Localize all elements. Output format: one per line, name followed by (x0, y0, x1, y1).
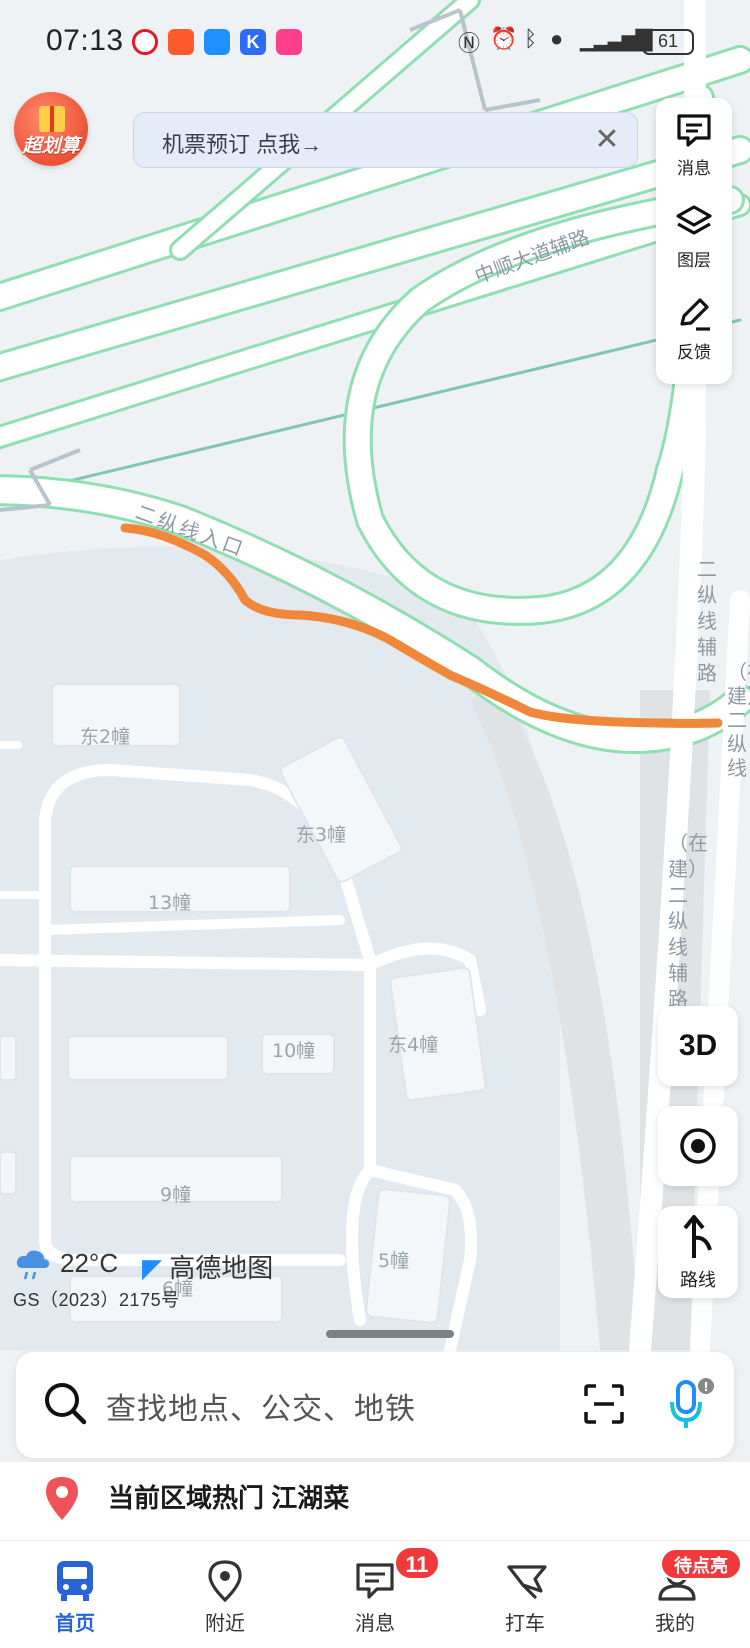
taxi-flag-icon (507, 1565, 547, 1599)
bus-icon (57, 1561, 93, 1601)
tool-message-label: 消息 (677, 159, 711, 178)
route-button-label: 路线 (680, 1270, 716, 1290)
promo-badge-label: 超划算 (22, 136, 80, 157)
tool-feedback-button[interactable]: 反馈 (656, 282, 732, 370)
layers-icon (676, 205, 712, 235)
battery-indicator: 61 (642, 29, 694, 55)
signal-icon: ▁▂▃▅▇ (580, 26, 653, 51)
road-label-aux: 二纵线辅路 (697, 557, 717, 685)
pencil-icon (680, 298, 710, 331)
promo-banner[interactable]: 机票预订 点我→ ✕ (133, 112, 638, 168)
k-app-icon: K (240, 29, 266, 55)
tab-taxi-label: 打车 (505, 1613, 545, 1635)
weather-widget[interactable]: 22°C ◤ 高德地图 (14, 1246, 273, 1289)
chat-bubble-icon (204, 29, 230, 55)
promo-badge[interactable]: 超划算 (14, 92, 88, 166)
close-icon[interactable]: ✕ (591, 124, 623, 156)
status-bar: 07:13 K Ⓝ ⏰ ᛒ ● ▁▂▃▅▇ 61 (0, 0, 750, 86)
weibo-icon (132, 29, 158, 55)
hot-topic-text: 当前区域热门 江湖菜 (108, 1483, 350, 1513)
brand-name: 高德地图 (169, 1253, 274, 1283)
svg-text:!: ! (703, 1380, 708, 1394)
search-icon (45, 1383, 87, 1425)
tool-message-button[interactable]: 消息 (656, 98, 732, 186)
amap-logo-icon: ◤ (142, 1253, 162, 1283)
road-label-construction-right: （在建）二纵线 (727, 660, 750, 780)
locate-icon (680, 1128, 716, 1164)
building-label: 13幢 (148, 892, 192, 914)
map-license: GS（2023）2175号 (13, 1290, 180, 1310)
alarm-icon: ⏰ (490, 26, 518, 51)
tab-nearby-label: 附近 (205, 1613, 245, 1635)
map-tool-panel: 消息 图层 反馈 (656, 98, 732, 384)
profile-status-badge: 待点亮 (660, 1548, 742, 1580)
location-icon: ● (550, 26, 564, 51)
building-label: 5幢 (378, 1250, 410, 1272)
tab-nearby[interactable]: 附近 (150, 1541, 300, 1648)
message-count-badge: 11 (394, 1546, 440, 1580)
tool-layers-button[interactable]: 图层 (656, 190, 732, 278)
tab-messages-label: 消息 (355, 1613, 395, 1635)
locate-button[interactable] (658, 1106, 738, 1186)
message-icon (356, 1563, 394, 1599)
hot-topic-bar[interactable]: 当前区域热门 江湖菜 (0, 1462, 750, 1540)
weather-temperature: 22°C (60, 1248, 119, 1278)
nfc-icon: Ⓝ (458, 31, 481, 56)
tab-home-label: 首页 (55, 1613, 95, 1635)
building-label: 东3幢 (296, 824, 347, 846)
bottom-tab-bar: 首页 附近 消息 打车 我的 (0, 1540, 750, 1648)
status-time: 07:13 (46, 24, 124, 57)
voice-mic-icon[interactable]: ! (666, 1376, 718, 1432)
building-label: 10幢 (272, 1040, 316, 1062)
tab-home[interactable]: 首页 (0, 1541, 150, 1648)
promo-banner-text: 机票预订 点我→ (162, 132, 323, 157)
scan-icon[interactable] (582, 1382, 626, 1426)
location-pin-icon (208, 1560, 242, 1603)
bluetooth-icon: ᛒ (524, 26, 538, 51)
building-label: 东4幢 (388, 1034, 439, 1056)
building-label: 东2幢 (80, 726, 131, 748)
cloud-rain-icon (16, 1250, 50, 1280)
3d-toggle-button[interactable]: 3D (658, 1006, 738, 1086)
location-pin-icon (46, 1477, 78, 1520)
road-label-construction-left: （在建）二纵线辅路 (668, 831, 708, 1011)
tab-taxi[interactable]: 打车 (450, 1541, 600, 1648)
tool-feedback-label: 反馈 (677, 343, 711, 362)
tab-profile-label: 我的 (655, 1613, 695, 1635)
app-orange-icon (168, 29, 194, 55)
brand-logo: ◤ 高德地图 (142, 1248, 273, 1285)
route-button[interactable]: 路线 (658, 1206, 738, 1298)
route-arrow-icon (683, 1215, 712, 1258)
search-input[interactable]: 查找地点、公交、地铁 (106, 1384, 416, 1428)
tool-layers-label: 图层 (677, 251, 711, 270)
building-label: 9幢 (160, 1184, 192, 1206)
search-bar[interactable]: 查找地点、公交、地铁 ! (16, 1352, 734, 1458)
drag-handle[interactable] (326, 1330, 454, 1338)
message-icon (677, 114, 711, 147)
gift-icon (39, 106, 65, 132)
shop-app-icon (276, 29, 302, 55)
